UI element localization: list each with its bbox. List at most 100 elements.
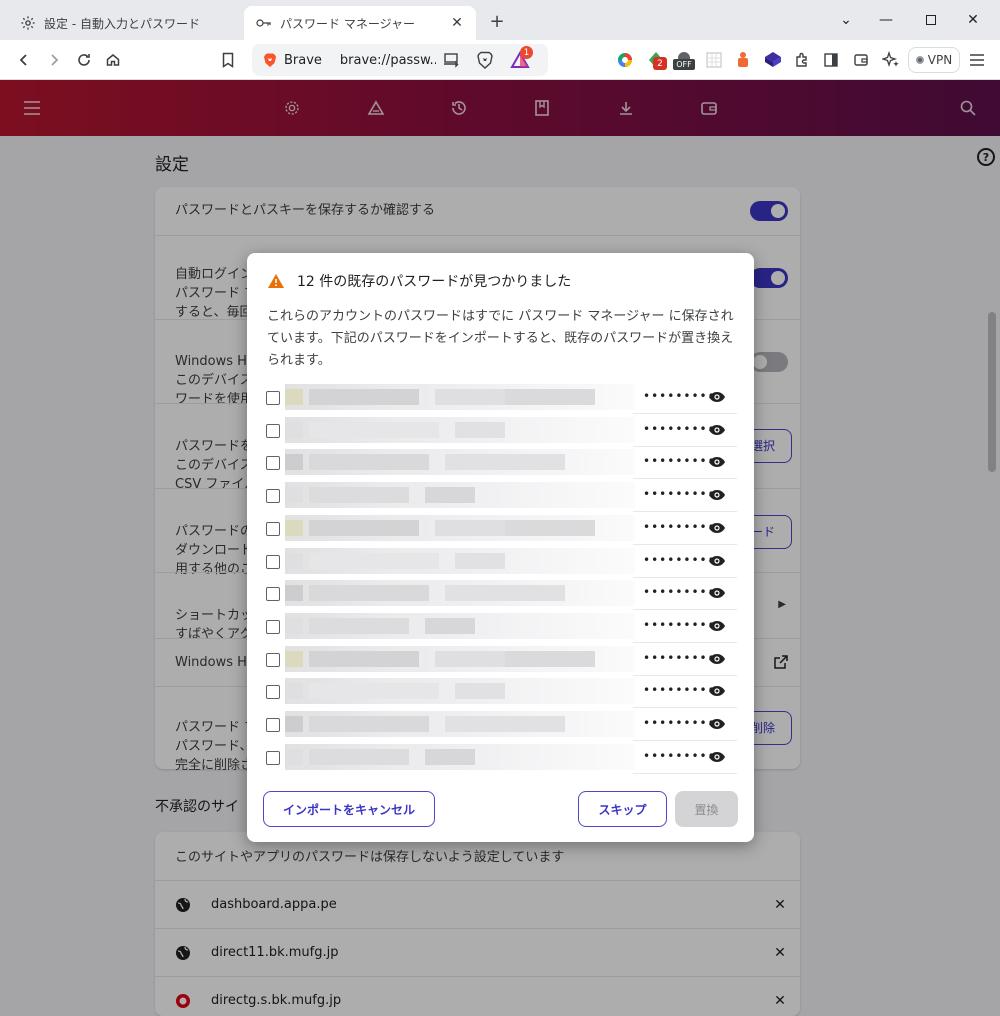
warning-icon	[268, 274, 284, 288]
eye-icon[interactable]	[707, 651, 727, 667]
tab-title: 設定 - 自動入力とパスワード	[44, 16, 200, 31]
password-checkbox[interactable]	[266, 652, 280, 667]
tab-password-manager[interactable]: パスワード マネージャー ✕	[244, 6, 476, 40]
vpn-button[interactable]: VPN	[908, 47, 960, 73]
cancel-import-button[interactable]: インポートをキャンセル	[263, 791, 435, 827]
address-bar[interactable]: Brave brave://passw... 1	[252, 44, 548, 76]
color-wheel-extension-icon[interactable]	[614, 49, 636, 71]
key-icon	[256, 15, 272, 31]
password-row: ••••••••••	[263, 610, 737, 643]
eye-icon[interactable]	[707, 487, 727, 503]
brave-label: Brave	[262, 52, 322, 68]
bookmark-icon	[222, 52, 234, 68]
bell-extension-icon[interactable]	[732, 49, 754, 71]
eye-icon[interactable]	[707, 520, 727, 536]
password-checkbox[interactable]	[266, 554, 280, 569]
replace-button[interactable]: 置換	[675, 791, 738, 827]
sidebar-icon[interactable]	[820, 49, 842, 71]
arrow-right-icon	[51, 54, 59, 66]
tab-strip: 設定 - 自動入力とパスワード パスワード マネージャー ✕ + ⌄ — ✕	[0, 0, 1000, 40]
redacted-credential	[285, 678, 635, 705]
eye-icon[interactable]	[707, 553, 727, 569]
password-conflict-list: •••••••••• •••••••••• •••••••••• ••••••••••…	[263, 381, 737, 774]
password-row: ••••••••••	[263, 446, 737, 480]
redacted-credential	[285, 612, 635, 639]
dialog-actions: インポートをキャンセル スキップ 置換	[247, 791, 754, 827]
eye-icon[interactable]	[707, 683, 727, 699]
close-window-button[interactable]: ✕	[953, 0, 993, 40]
eye-icon[interactable]	[707, 454, 727, 470]
green-diamond-extension-icon[interactable]: 2	[645, 49, 667, 71]
minimize-button[interactable]: —	[866, 0, 906, 40]
redacted-credential	[285, 384, 635, 410]
password-row: ••••••••••	[263, 708, 737, 741]
forward-button[interactable]	[42, 48, 66, 72]
password-checkbox[interactable]	[266, 685, 280, 700]
wallet-icon[interactable]	[850, 49, 872, 71]
eye-icon[interactable]	[707, 389, 727, 405]
brave-shields-icon[interactable]	[476, 51, 494, 73]
arrow-left-icon	[19, 54, 27, 66]
brave-lion-icon	[264, 53, 276, 67]
password-checkbox[interactable]	[266, 718, 280, 732]
url-text: brave://passw...	[339, 52, 436, 68]
eye-icon[interactable]	[707, 585, 727, 601]
eye-icon[interactable]	[707, 749, 727, 765]
reload-icon	[78, 54, 90, 66]
close-icon[interactable]: ✕	[448, 14, 466, 32]
maximize-icon	[926, 15, 936, 25]
redacted-credential	[285, 711, 635, 737]
password-checkbox[interactable]	[266, 391, 280, 405]
chevron-down-icon[interactable]: ⌄	[826, 0, 866, 40]
password-checkbox[interactable]	[266, 619, 280, 634]
leo-ai-icon[interactable]	[880, 49, 902, 71]
cube-extension-icon[interactable]	[762, 49, 784, 71]
shield-off-extension-icon[interactable]: OFF	[673, 49, 695, 71]
new-tab-button[interactable]: +	[486, 10, 508, 32]
maximize-button[interactable]	[911, 0, 951, 40]
gear-icon	[20, 15, 36, 31]
dialog-title: 12 件の既存のパスワードが見つかりました	[267, 271, 571, 291]
eye-icon[interactable]	[707, 716, 727, 732]
rewards-badge: 1	[520, 46, 533, 59]
reload-button[interactable]	[72, 48, 96, 72]
password-row: ••••••••••	[263, 643, 737, 676]
home-button[interactable]	[101, 48, 125, 72]
password-row: ••••••••••	[263, 675, 737, 709]
import-conflict-dialog: 12 件の既存のパスワードが見つかりました これらのアカウントのパスワードはすで…	[247, 253, 754, 842]
password-row: ••••••••••	[263, 381, 737, 414]
dialog-description: これらのアカウントのパスワードはすでに パスワード マネージャー に保存されてい…	[267, 309, 734, 368]
password-checkbox[interactable]	[266, 521, 280, 536]
password-row: ••••••••••	[263, 545, 737, 578]
redacted-credential	[285, 449, 635, 476]
redacted-credential	[285, 580, 635, 607]
eye-icon[interactable]	[707, 422, 727, 438]
password-checkbox[interactable]	[266, 587, 280, 602]
off-badge: OFF	[673, 59, 695, 70]
redacted-credential	[285, 416, 635, 443]
vpn-status-icon	[915, 56, 924, 64]
redacted-credential	[285, 547, 635, 574]
skip-button[interactable]: スキップ	[578, 791, 667, 827]
eye-icon[interactable]	[707, 618, 727, 634]
menu-icon[interactable]	[966, 49, 988, 71]
password-checkbox[interactable]	[266, 423, 280, 438]
password-checkbox[interactable]	[266, 750, 280, 765]
password-row: ••••••••••	[263, 479, 737, 513]
password-row: ••••••••••	[263, 512, 737, 545]
tab-settings[interactable]: 設定 - 自動入力とパスワード	[8, 6, 238, 40]
redacted-credential	[285, 514, 635, 541]
bookmark-button[interactable]	[216, 48, 240, 72]
password-row: ••••••••••	[263, 414, 737, 447]
password-checkbox[interactable]	[266, 489, 280, 504]
puzzle-icon[interactable]	[791, 49, 813, 71]
back-button[interactable]	[12, 48, 36, 72]
grid-extension-icon[interactable]	[703, 49, 725, 71]
toolbar: Brave brave://passw... 1 2 OFF VPN	[0, 40, 1000, 80]
redacted-credential	[285, 645, 635, 672]
tab-title: パスワード マネージャー	[280, 16, 415, 31]
row-divider	[633, 772, 737, 774]
install-app-icon[interactable]	[443, 52, 461, 72]
home-icon	[106, 54, 120, 66]
password-checkbox[interactable]	[266, 456, 280, 471]
